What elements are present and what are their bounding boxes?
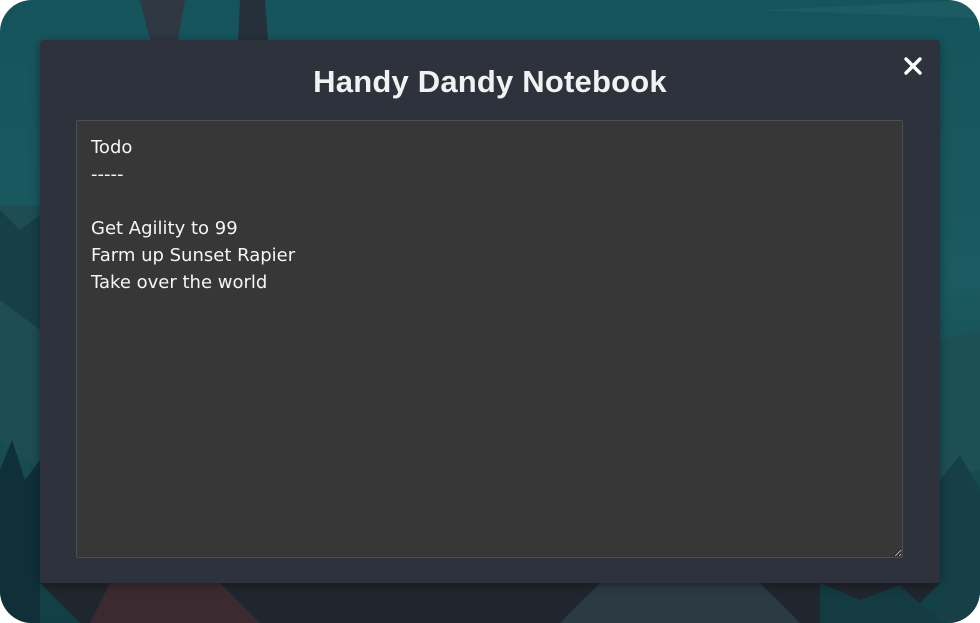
- notebook-title: Handy Dandy Notebook: [313, 64, 667, 99]
- close-button[interactable]: [900, 53, 926, 79]
- game-screen: Handy Dandy Notebook Todo ----- Get Agil…: [0, 0, 980, 623]
- notebook-modal: Handy Dandy Notebook Todo ----- Get Agil…: [40, 40, 940, 583]
- close-icon: [904, 57, 922, 75]
- notes-textarea[interactable]: Todo ----- Get Agility to 99 Farm up Sun…: [76, 120, 903, 558]
